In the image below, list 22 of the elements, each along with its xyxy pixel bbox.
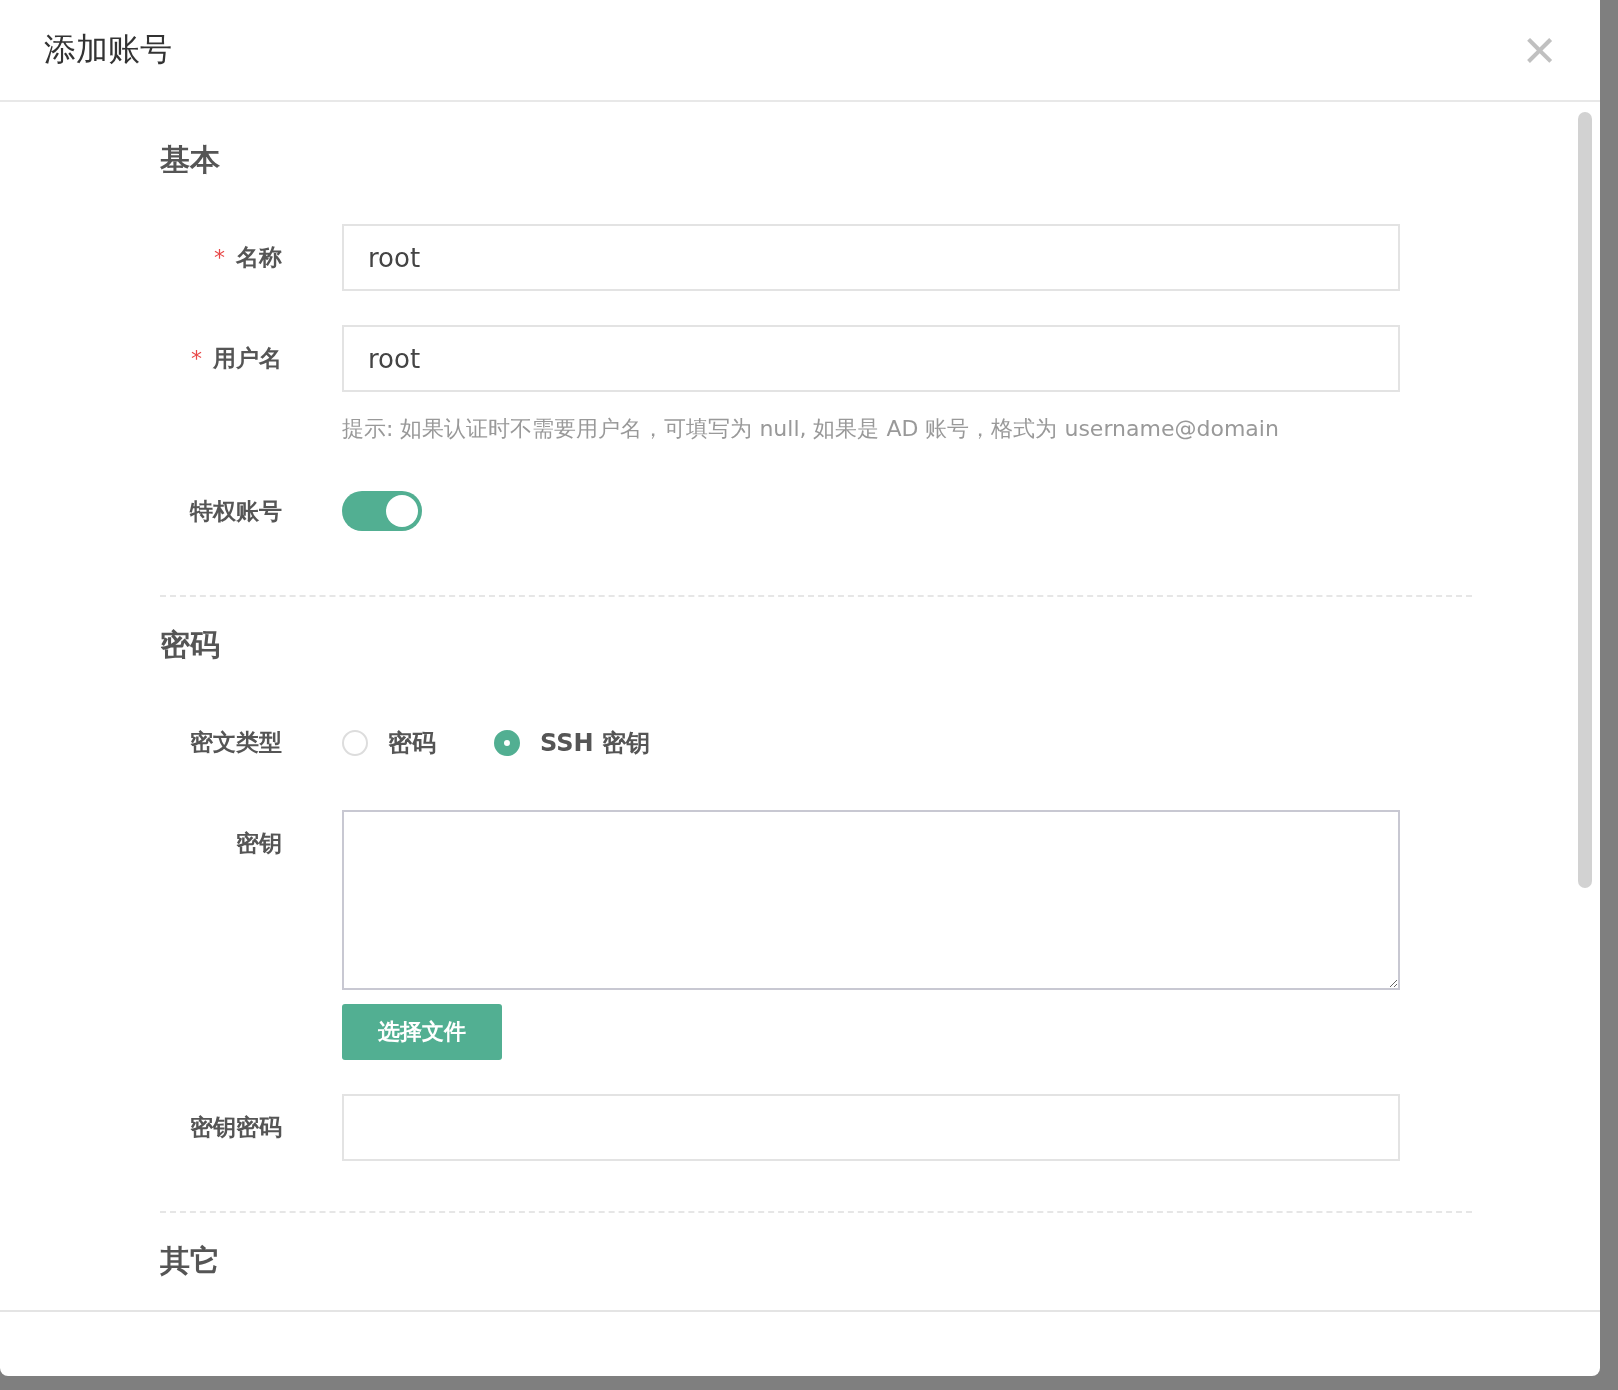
radio-label[interactable]: 密码 (388, 726, 436, 759)
required-mark: * (190, 346, 202, 371)
key-text-area[interactable] (342, 810, 1400, 990)
radio-label[interactable]: SSH 密钥 (540, 726, 650, 759)
section-title: 基本 (160, 141, 221, 179)
dialog-title: 添加账号 (44, 29, 172, 70)
radio-button[interactable] (494, 729, 520, 756)
required-mark: * (213, 245, 225, 270)
section-title: 其它 (160, 1242, 221, 1280)
text-field[interactable] (342, 1094, 1400, 1161)
field-label: 特权账号 (190, 498, 282, 524)
hint-text: 提示: 如果认证时不需要用户名，可填写为 null, 如果是 AD 账号，格式为 username@domain (342, 415, 1280, 443)
field-label: 密钥 (236, 830, 282, 856)
field-label: 用户名 (213, 345, 282, 371)
text-field[interactable]: root (342, 224, 1400, 291)
field-label: 密文类型 (190, 729, 282, 755)
text-field[interactable]: root (342, 325, 1400, 392)
field-label: 名称 (236, 244, 282, 270)
section-title: 密码 (160, 626, 221, 664)
field-label: 密钥密码 (190, 1114, 282, 1140)
scrollbar[interactable] (1578, 112, 1592, 888)
toggle-switch[interactable] (342, 491, 422, 531)
